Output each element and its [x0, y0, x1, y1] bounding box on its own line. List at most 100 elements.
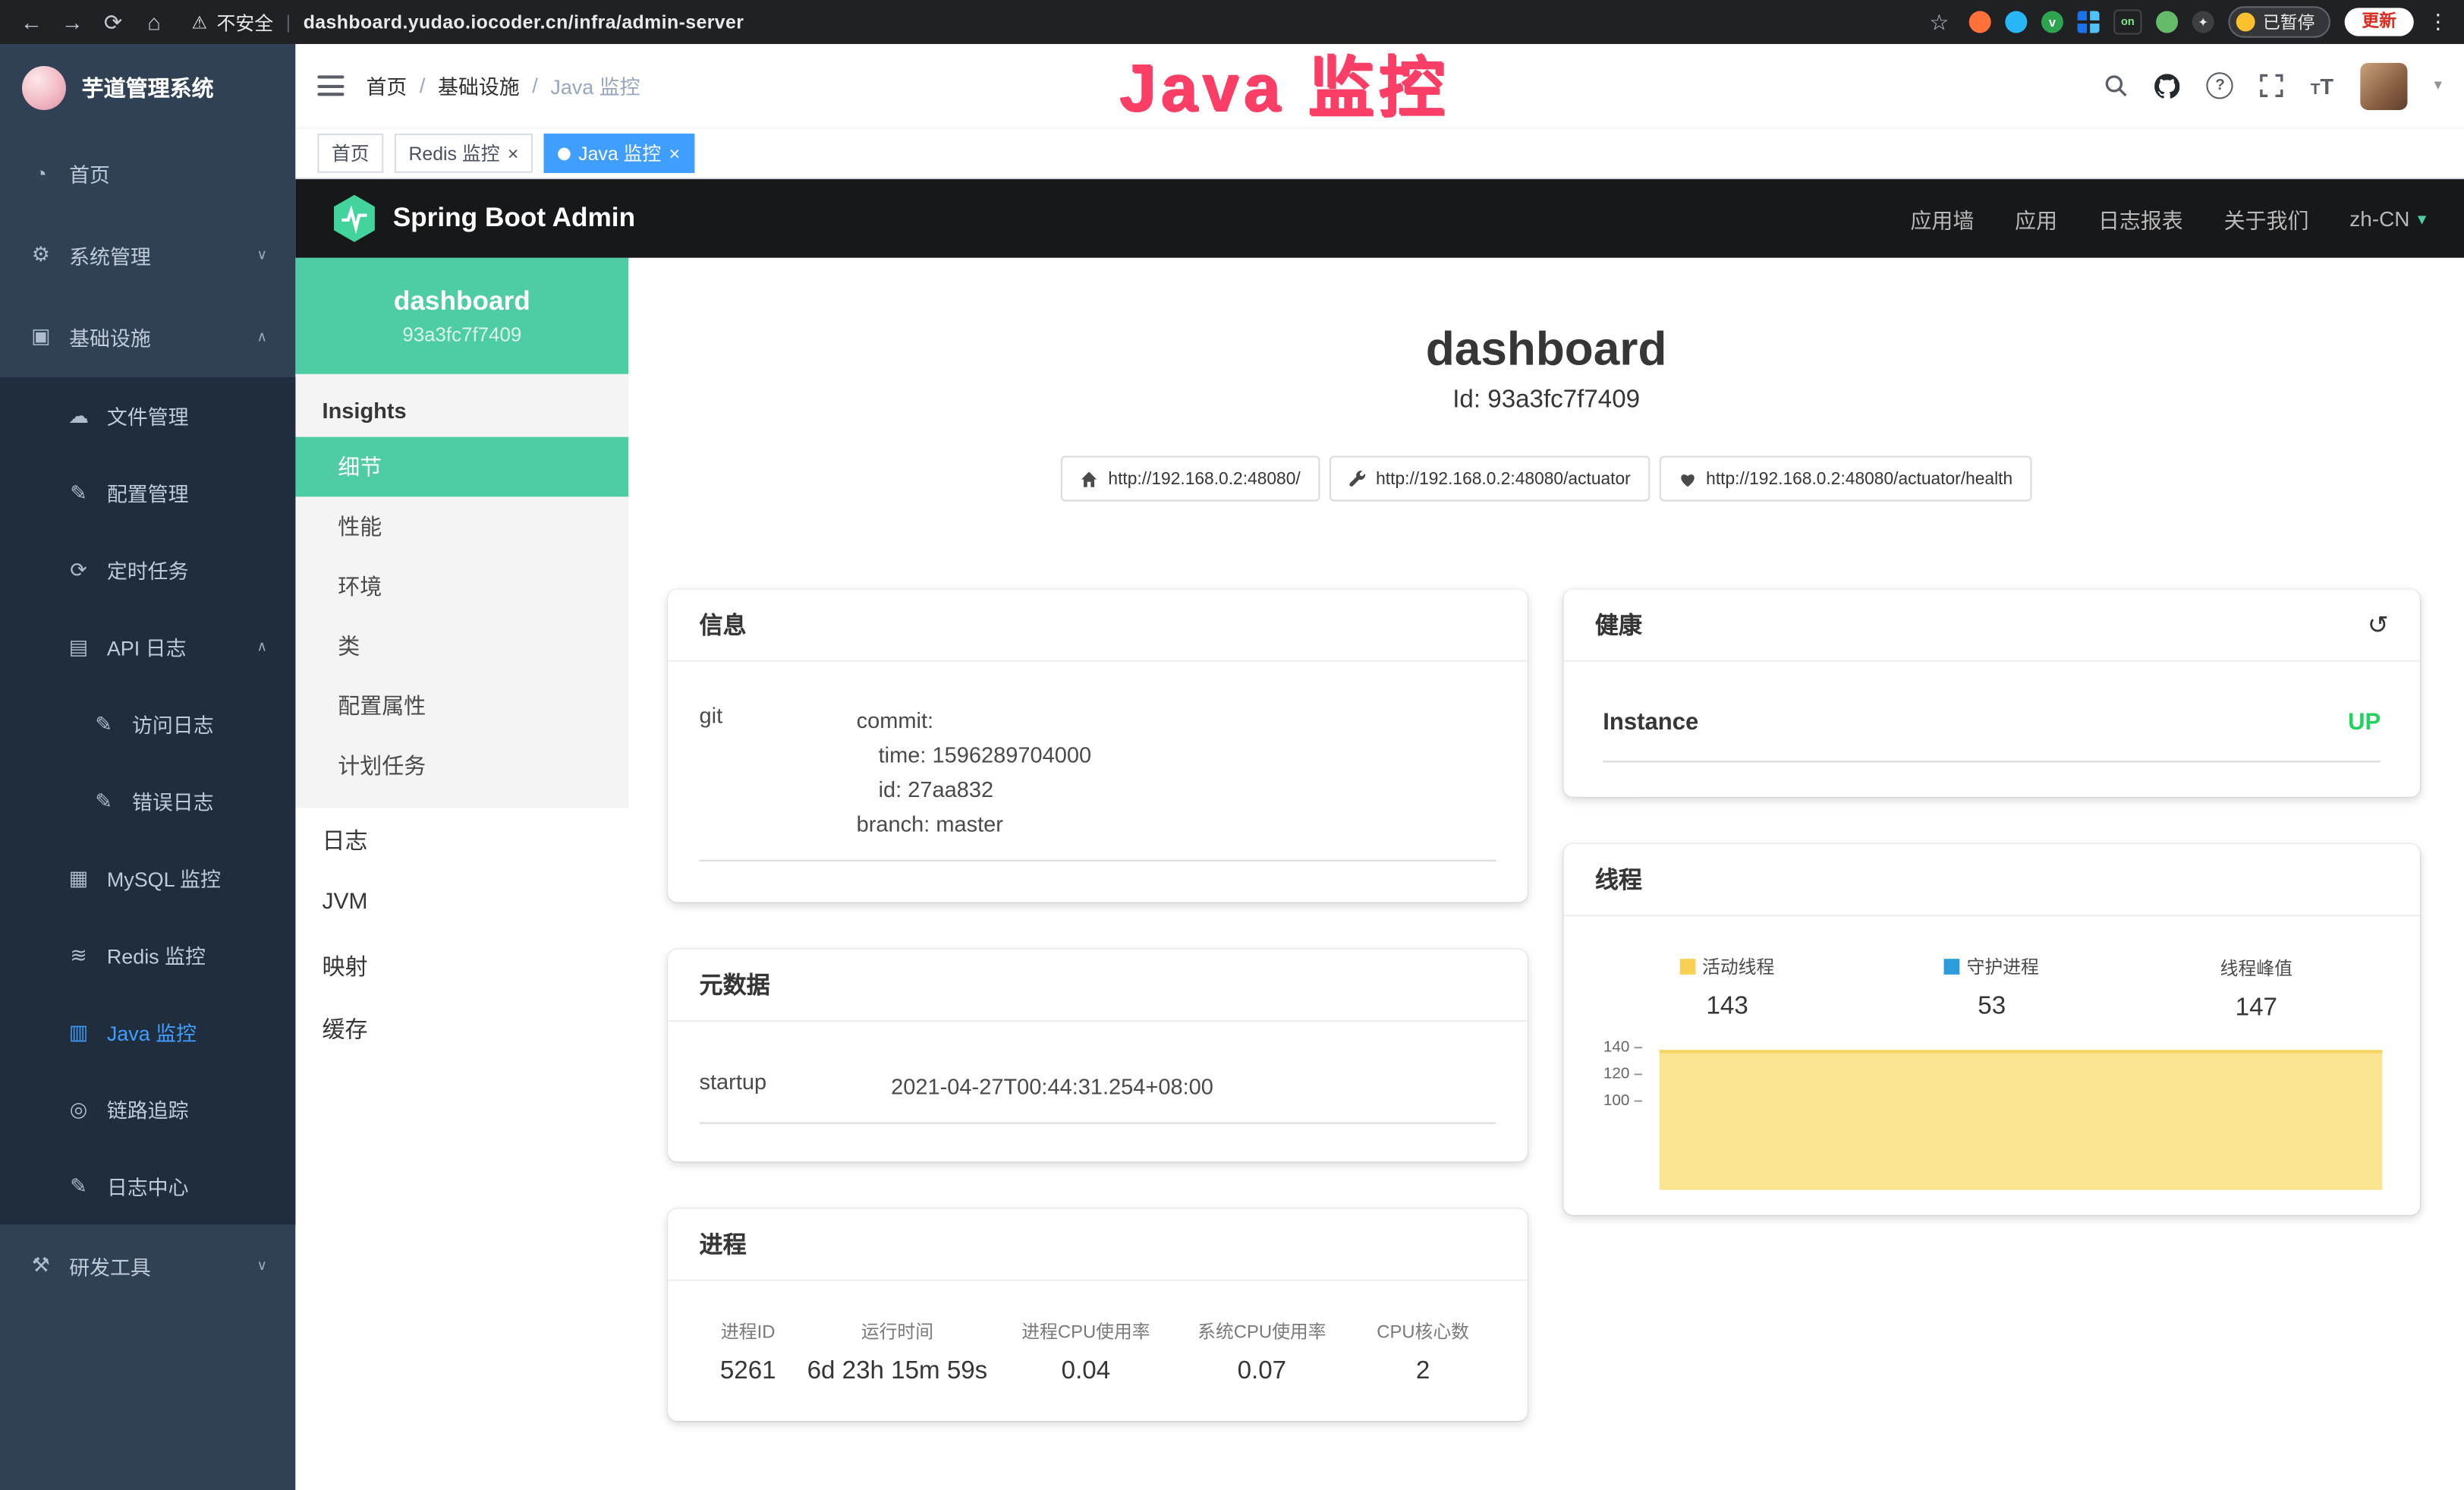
- sba-nav-about[interactable]: 关于我们: [2224, 203, 2309, 234]
- font-size-icon[interactable]: TT: [2311, 73, 2333, 98]
- sba-item-classes[interactable]: 类: [295, 616, 628, 676]
- smiley-icon: [2236, 13, 2255, 32]
- sidebar-item-java[interactable]: ▥ Java 监控: [0, 994, 295, 1070]
- infra-submenu: ☁ 文件管理 ✎ 配置管理 ⟳ 定时任务 ▤ API 日志 ∧ ✎ 访问日志 ✎: [0, 377, 295, 1224]
- tag-redis[interactable]: Redis 监控 ×: [395, 134, 533, 173]
- home-icon[interactable]: ⌂: [138, 0, 169, 44]
- paused-badge[interactable]: 已暂停: [2228, 6, 2330, 37]
- github-icon[interactable]: [2155, 73, 2180, 98]
- sba-item-jvm[interactable]: JVM: [295, 871, 628, 934]
- app-logo[interactable]: 芋道管理系统: [0, 44, 295, 132]
- on-extension-icon[interactable]: on: [2113, 9, 2141, 34]
- metadata-value: 2021-04-27T00:44:31.254+08:00: [891, 1069, 1496, 1104]
- sba-logo-icon: [333, 195, 376, 242]
- sidebar-item-log-center[interactable]: ✎ 日志中心: [0, 1148, 295, 1224]
- dashboard-icon: ◔: [28, 161, 53, 184]
- breadcrumb-home[interactable]: 首页: [366, 71, 407, 100]
- drop-extension-icon[interactable]: [2005, 11, 2027, 33]
- user-avatar[interactable]: [2360, 62, 2407, 109]
- log-icon: ▤: [66, 635, 91, 660]
- hamburger-icon[interactable]: [317, 75, 344, 96]
- cards-right-column: 健康 ↺ Instance UP 线程: [1563, 590, 2420, 1215]
- close-icon[interactable]: ×: [508, 143, 519, 162]
- sba-item-details[interactable]: 细节: [295, 437, 628, 497]
- bookmark-star-icon[interactable]: ☆: [1924, 0, 1955, 44]
- sidebar-item-infra[interactable]: ▣ 基础设施 ∧: [0, 295, 295, 377]
- sidebar-item-redis[interactable]: ≋ Redis 监控: [0, 916, 295, 993]
- sba-item-metrics[interactable]: 性能: [295, 496, 628, 556]
- chevron-down-icon: ▾: [2418, 208, 2426, 228]
- sidebar-item-job[interactable]: ⟳ 定时任务: [0, 531, 295, 608]
- sidebar-item-config[interactable]: ✎ 配置管理: [0, 454, 295, 531]
- sba-item-mappings[interactable]: 映射: [295, 934, 628, 997]
- stat-pid: 进程ID 5261: [700, 1318, 797, 1386]
- breadcrumb-current: Java 监控: [550, 71, 640, 100]
- sba-nav-applications[interactable]: 应用: [2015, 203, 2057, 234]
- sidebar-item-error-log[interactable]: ✎ 错误日志: [0, 762, 295, 839]
- sba-nav-wallboard[interactable]: 应用墙: [1910, 203, 1974, 234]
- fox-extension-icon[interactable]: [1969, 11, 1991, 33]
- reload-icon[interactable]: ⟳: [97, 0, 128, 44]
- forward-icon[interactable]: →: [57, 0, 88, 44]
- git-id-line: id: 27aa832: [857, 772, 1496, 807]
- breadcrumb-separator: /: [532, 74, 538, 97]
- sba-instance-header[interactable]: dashboard 93a3fc7f7409: [295, 258, 628, 374]
- history-icon[interactable]: ↺: [2368, 609, 2389, 640]
- sidebar-item-home[interactable]: ◔ 首页: [0, 132, 295, 214]
- sidebar-item-dev-tools[interactable]: ⚒ 研发工具 ∨: [0, 1224, 295, 1306]
- pin-extension-icon[interactable]: ✦: [2192, 11, 2214, 33]
- threads-card-body: 活动线程 143 守护进程 53: [1563, 916, 2420, 1214]
- metadata-row-startup: startup 2021-04-27T00:44:31.254+08:00: [700, 1069, 1496, 1123]
- stat-cpu-cores-value: 2: [1350, 1358, 1496, 1386]
- info-value: commit: time: 1596289704000 id: 27aa832 …: [857, 703, 1496, 841]
- address-separator: |: [286, 11, 291, 33]
- sba-locale-select[interactable]: zh-CN ▾: [2349, 206, 2426, 230]
- sba-item-caches[interactable]: 缓存: [295, 997, 628, 1060]
- stat-pid-value: 5261: [700, 1358, 797, 1386]
- health-url-button[interactable]: http://192.168.0.2:48080/actuator/health: [1659, 456, 2031, 502]
- sba-nav-journal[interactable]: 日志报表: [2098, 203, 2183, 234]
- update-button[interactable]: 更新: [2345, 8, 2414, 36]
- leaf-extension-icon[interactable]: [2156, 11, 2178, 33]
- browser-menu-icon[interactable]: ⋮: [2428, 9, 2448, 34]
- tag-home[interactable]: 首页: [317, 134, 383, 173]
- sba-header: Spring Boot Admin 应用墙 应用 日志报表 关于我们 zh-CN…: [295, 179, 2464, 258]
- sba-brand[interactable]: Spring Boot Admin: [333, 195, 635, 242]
- sba-item-logs[interactable]: 日志: [295, 808, 628, 871]
- close-icon[interactable]: ×: [669, 143, 681, 162]
- check-extension-icon[interactable]: v: [2041, 11, 2063, 33]
- info-card-body: git commit: time: 1596289704000 id: 27aa…: [668, 662, 1528, 903]
- sidebar-item-api-log[interactable]: ▤ API 日志 ∧: [0, 608, 295, 685]
- fullscreen-icon[interactable]: [2260, 74, 2283, 97]
- health-card-title: 健康: [1595, 608, 1642, 641]
- actuator-url-button[interactable]: http://192.168.0.2:48080/actuator: [1329, 456, 1650, 502]
- info-card-title: 信息: [700, 608, 747, 641]
- help-icon[interactable]: ?: [2207, 72, 2233, 99]
- live-threads-area: [1660, 1050, 2383, 1189]
- process-card-title: 进程: [700, 1227, 747, 1260]
- instance-title: dashboard: [628, 324, 2464, 377]
- git-time-line: time: 1596289704000: [857, 737, 1496, 772]
- threads-card-header: 线程: [1563, 844, 2420, 916]
- sidebar-item-mysql[interactable]: ▦ MySQL 监控: [0, 840, 295, 916]
- sidebar-item-trace[interactable]: ◎ 链路追踪: [0, 1070, 295, 1147]
- avatar-caret-icon[interactable]: ▾: [2434, 77, 2442, 94]
- sidebar-item-access-log[interactable]: ✎ 访问日志: [0, 685, 295, 762]
- grid-extension-icon[interactable]: [2078, 11, 2100, 33]
- legend-daemon-threads: 守护进程 53: [1859, 954, 2124, 1023]
- process-card-body: 进程ID 5261 运行时间 6d 23h 15m 59s 进程CPU使用率 0…: [668, 1281, 1528, 1421]
- back-icon[interactable]: ←: [16, 0, 47, 44]
- legend-peak-label: 线程峰值: [2220, 956, 2292, 981]
- sidebar-item-file[interactable]: ☁ 文件管理: [0, 377, 295, 454]
- sba-item-scheduledtasks[interactable]: 计划任务: [295, 736, 628, 795]
- sba-item-environment[interactable]: 环境: [295, 556, 628, 616]
- sidebar-item-system[interactable]: ⚙ 系统管理 ∨: [0, 214, 295, 296]
- service-url-button[interactable]: http://192.168.0.2:48080/: [1061, 456, 1319, 502]
- address-bar[interactable]: ⚠ 不安全 | dashboard.yudao.iocoder.cn/infra…: [192, 8, 744, 35]
- java-monitor-icon: ▥: [66, 1019, 91, 1044]
- sba-main: dashboard Id: 93a3fc7f7409 http://192.16…: [628, 258, 2464, 1490]
- search-icon[interactable]: [2104, 74, 2128, 97]
- tag-java[interactable]: Java 监控 ×: [544, 134, 694, 173]
- breadcrumb-infra[interactable]: 基础设施: [438, 71, 520, 100]
- sba-item-configprops[interactable]: 配置属性: [295, 676, 628, 736]
